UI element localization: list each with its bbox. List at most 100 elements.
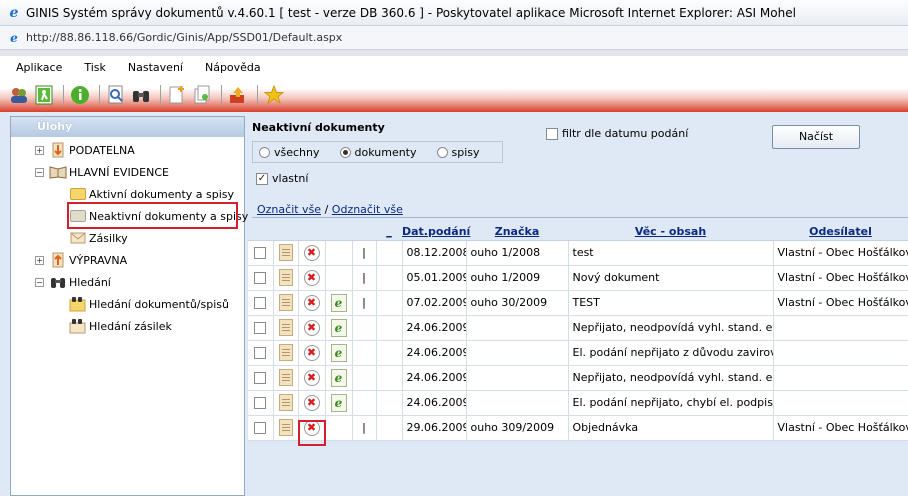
expand-toggle[interactable]: + (35, 255, 44, 265)
radio-vsechny[interactable]: všechny (259, 146, 320, 159)
tree-label: Zásilky (89, 231, 128, 245)
row-checkbox[interactable] (254, 272, 267, 284)
tree-item-hlavni-evidence[interactable]: − HLAVNÍ EVIDENCE (35, 164, 169, 180)
upload-icon[interactable] (227, 84, 249, 106)
collapse-toggle[interactable]: − (35, 277, 44, 287)
radio-spisy[interactable]: spisy (436, 146, 480, 159)
row-subject: Nový dokument (568, 265, 774, 291)
delete-icon[interactable]: ✖ (303, 269, 320, 286)
deselect-all-link[interactable]: Odznačit vše (332, 203, 403, 216)
row-sender: Vlastní - Obec Hošťálkovy (773, 265, 908, 291)
row-subject: TEST (568, 290, 774, 316)
col-header-date[interactable]: Dat.podání (402, 223, 470, 241)
table-row[interactable]: ✖ | 29.06.2009 ouho 309/2009 Objednávka Vlast… (248, 415, 908, 441)
tree-item-zasilky[interactable]: Zásilky (69, 230, 128, 246)
search-doc-icon[interactable] (105, 84, 127, 106)
window-title-bar: e GINIS Systém správy dokumentů v.4.60.1… (0, 0, 908, 26)
binoculars-icon[interactable] (130, 84, 152, 106)
select-all-link[interactable]: Označit vše (257, 203, 321, 216)
row-mark (466, 315, 569, 341)
menu-nastaveni[interactable]: Nastavení (128, 61, 183, 74)
delete-icon[interactable]: ✖ (303, 319, 320, 336)
new-doc-icon[interactable] (166, 84, 188, 106)
col-header-flag[interactable]: _ (376, 223, 402, 241)
row-checkbox[interactable] (254, 347, 267, 359)
expand-toggle[interactable]: + (35, 145, 44, 155)
table-row[interactable]: ✖ | 08.12.2008 ouho 1/2008 test Vlastní - Obe… (248, 240, 908, 266)
load-button[interactable]: Načíst (772, 125, 860, 149)
tree-item-hledani[interactable]: − Hledání (35, 274, 111, 290)
col-header-subject[interactable]: Věc - obsah (568, 223, 773, 241)
tree-label: VÝPRAVNA (69, 253, 128, 267)
highlight-marker (298, 420, 326, 446)
document-icon[interactable] (278, 244, 293, 261)
epodatelna-icon[interactable]: e (330, 368, 347, 387)
row-checkbox[interactable] (254, 297, 267, 309)
table-row[interactable]: ✖ e 24.06.2009 Nepřijato, neodpovídá vyhl. … (248, 315, 908, 341)
delete-icon[interactable]: ✖ (303, 394, 320, 411)
collapse-toggle[interactable]: − (35, 167, 44, 177)
row-checkbox[interactable] (254, 322, 267, 334)
table-header-row: _ Dat.podání Značka Věc - obsah Odesílat… (248, 223, 908, 241)
info-icon[interactable] (69, 84, 91, 106)
tree-item-hledani-dokumentu[interactable]: Hledání dokumentů/spisů (69, 296, 229, 312)
epodatelna-icon[interactable]: e (330, 293, 347, 312)
epodatelna-icon[interactable]: e (330, 343, 347, 362)
epodatelna-icon[interactable]: e (330, 393, 347, 412)
document-icon[interactable] (278, 294, 293, 311)
row-subject: El. podání nepřijato, chybí el. podpis. (568, 390, 774, 416)
exit-icon[interactable] (33, 84, 55, 106)
row-checkbox[interactable] (254, 397, 267, 409)
delete-icon[interactable]: ✖ (303, 344, 320, 361)
table-row[interactable]: ✖ e | 07.02.2009 ouho 30/2009 TEST Vlastní - O… (248, 290, 908, 316)
epodatelna-icon[interactable]: e (330, 318, 347, 337)
table-row[interactable]: ✖ e 24.06.2009 El. podání nepřijato z důvod… (248, 340, 908, 366)
document-icon[interactable] (278, 419, 293, 436)
row-spacer (376, 390, 403, 416)
delete-icon[interactable]: ✖ (303, 369, 320, 386)
table-row[interactable]: ✖ e 24.06.2009 Nepřijato, neodpovídá vyhl. … (248, 365, 908, 391)
radio-dokumenty[interactable]: dokumenty (339, 146, 417, 159)
tree-label: Aktivní dokumenty a spisy (89, 187, 235, 201)
toolbar-separator (160, 85, 161, 105)
address-bar[interactable]: e http://88.86.118.66/Gordic/Ginis/App/S… (0, 26, 908, 50)
tree-item-vypravna[interactable]: + VÝPRAVNA (35, 252, 127, 268)
book-icon (49, 164, 67, 180)
row-checkbox[interactable] (254, 247, 267, 259)
delete-icon[interactable]: ✖ (303, 244, 320, 261)
row-checkbox[interactable] (254, 422, 267, 434)
documents-table: _ Dat.podání Značka Věc - obsah Odesílat… (248, 223, 908, 441)
row-spacer (376, 290, 403, 316)
own-checkbox[interactable]: ✓ vlastní (256, 172, 308, 185)
filter-by-date-checkbox[interactable]: filtr dle datumu podání (546, 127, 688, 140)
col-header-sender[interactable]: Odesílatel (773, 223, 908, 241)
menu-tisk[interactable]: Tisk (84, 61, 106, 74)
table-row[interactable]: ✖ e 24.06.2009 El. podání nepřijato, chybí … (248, 390, 908, 416)
col-header-mark[interactable]: Značka (466, 223, 568, 241)
tree-item-hledani-zasilek[interactable]: Hledání zásilek (69, 318, 172, 334)
document-icon[interactable] (278, 269, 293, 286)
row-spacer (376, 415, 403, 441)
document-icon[interactable] (278, 344, 293, 361)
address-url[interactable]: http://88.86.118.66/Gordic/Ginis/App/SSD… (26, 31, 342, 44)
document-icon[interactable] (278, 319, 293, 336)
ie-logo-icon: e (9, 4, 19, 21)
toolbar-separator (63, 85, 64, 105)
menu-aplikace[interactable]: Aplikace (16, 61, 62, 74)
row-checkbox[interactable] (254, 372, 267, 384)
row-mark: ouho 1/2009 (466, 265, 569, 291)
row-subject: Nepřijato, neodpovídá vyhl. stand. el. p… (568, 365, 774, 391)
tree-item-aktivni[interactable]: Aktivní dokumenty a spisy (69, 186, 234, 202)
row-subject: El. podání nepřijato z důvodu zavirování… (568, 340, 774, 366)
document-icon[interactable] (278, 369, 293, 386)
star-icon[interactable] (263, 84, 285, 106)
row-date: 08.12.2008 (402, 240, 467, 266)
document-icon[interactable] (278, 394, 293, 411)
copy-doc-icon[interactable] (191, 84, 213, 106)
tree-item-podatelna[interactable]: + PODATELNA (35, 142, 135, 158)
row-sender (773, 365, 908, 391)
users-icon[interactable] (8, 84, 30, 106)
table-row[interactable]: ✖ | 05.01.2009 ouho 1/2009 Nový dokument Vlas… (248, 265, 908, 291)
menu-napoveda[interactable]: Nápověda (205, 61, 261, 74)
delete-icon[interactable]: ✖ (303, 294, 320, 311)
